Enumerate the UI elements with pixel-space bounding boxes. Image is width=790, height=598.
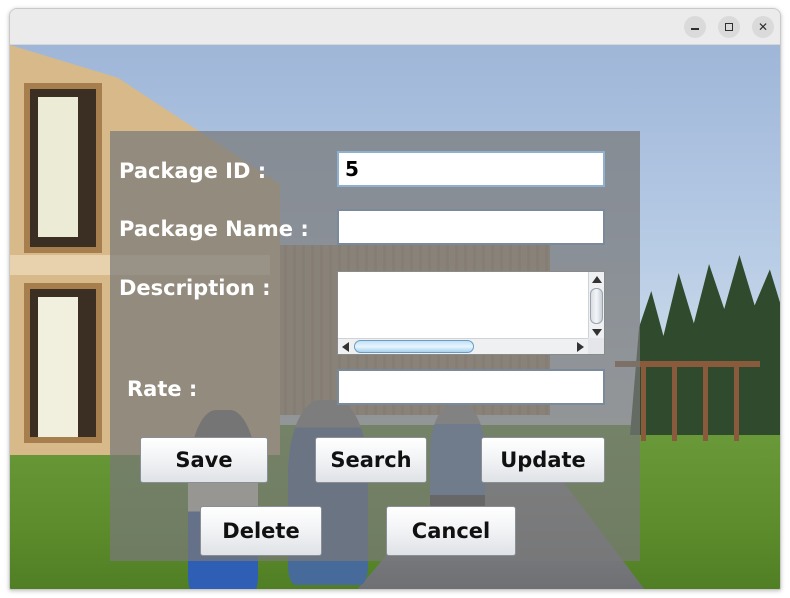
description-label: Description : — [119, 276, 271, 300]
app-window: ✕ Package ID : Package Name : Descriptio… — [9, 8, 781, 590]
vertical-scroll-thumb[interactable] — [590, 288, 603, 324]
background-photo: Package ID : Package Name : Description … — [10, 45, 780, 589]
package-form-panel: Package ID : Package Name : Description … — [110, 131, 640, 561]
package-id-input[interactable] — [337, 151, 605, 187]
delete-button[interactable]: Delete — [200, 506, 322, 556]
description-textarea[interactable] — [337, 271, 605, 355]
maximize-button[interactable] — [718, 16, 740, 38]
rate-input[interactable] — [337, 369, 605, 405]
horizontal-scroll-thumb[interactable] — [354, 340, 474, 353]
search-button[interactable]: Search — [315, 437, 427, 483]
cancel-button[interactable]: Cancel — [386, 506, 516, 556]
horizontal-scrollbar[interactable] — [338, 338, 588, 354]
close-icon: ✕ — [757, 20, 769, 34]
minimize-button[interactable] — [684, 16, 706, 38]
rate-label: Rate : — [127, 377, 198, 401]
scroll-left-icon[interactable] — [342, 342, 349, 352]
house-window-lower — [24, 283, 102, 443]
vertical-scrollbar[interactable] — [588, 272, 604, 340]
house-window-upper — [24, 83, 102, 253]
scroll-corner — [588, 338, 604, 354]
package-name-label: Package Name : — [119, 217, 309, 241]
save-button[interactable]: Save — [140, 437, 268, 483]
package-id-label: Package ID : — [119, 159, 267, 183]
package-name-input[interactable] — [337, 209, 605, 245]
scroll-down-icon[interactable] — [592, 329, 602, 336]
close-button[interactable]: ✕ — [752, 16, 774, 38]
maximize-icon — [725, 23, 733, 31]
update-button[interactable]: Update — [481, 437, 605, 483]
scroll-right-icon[interactable] — [577, 342, 584, 352]
minimize-icon — [691, 28, 699, 30]
title-bar[interactable]: ✕ — [10, 9, 780, 45]
scroll-up-icon[interactable] — [592, 276, 602, 283]
